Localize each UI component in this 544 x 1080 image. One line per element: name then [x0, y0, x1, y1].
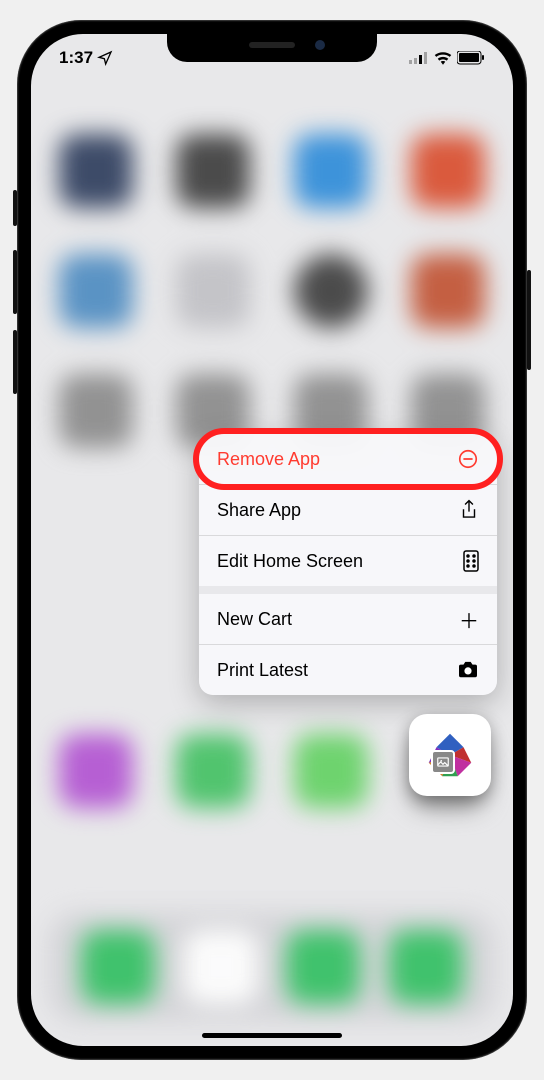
- focused-app-icon[interactable]: [409, 714, 491, 796]
- share-icon: [459, 499, 479, 521]
- volume-up: [13, 250, 17, 314]
- location-icon: [97, 50, 113, 66]
- apps-icon: [463, 550, 479, 572]
- power-button: [527, 270, 531, 370]
- remove-app-item[interactable]: Remove App: [199, 434, 497, 484]
- plus-icon: ＋: [459, 605, 479, 634]
- menu-label: Edit Home Screen: [217, 551, 363, 572]
- edit-home-item[interactable]: Edit Home Screen: [199, 536, 497, 586]
- context-menu: Remove App Share App Edit Home Screen Ne…: [199, 434, 497, 695]
- menu-label: Share App: [217, 500, 301, 521]
- volume-down: [13, 330, 17, 394]
- menu-label: New Cart: [217, 609, 292, 630]
- wifi-icon: [434, 51, 452, 65]
- mute-switch: [13, 190, 17, 226]
- battery-icon: [457, 51, 485, 65]
- notch: [167, 34, 377, 62]
- print-latest-item[interactable]: Print Latest: [199, 645, 497, 695]
- home-indicator[interactable]: [202, 1033, 342, 1038]
- menu-label: Print Latest: [217, 660, 308, 681]
- cellular-icon: [409, 52, 429, 64]
- camera-icon: [457, 661, 479, 679]
- screen: 1:37 Remove App Sha: [31, 34, 513, 1046]
- menu-label: Remove App: [217, 449, 320, 470]
- share-app-item[interactable]: Share App: [199, 485, 497, 535]
- clock: 1:37: [59, 48, 93, 68]
- new-cart-item[interactable]: New Cart ＋: [199, 594, 497, 644]
- minus-circle-icon: [457, 448, 479, 470]
- photo-badge-icon: [431, 750, 455, 774]
- phone-frame: 1:37 Remove App Sha: [17, 20, 527, 1060]
